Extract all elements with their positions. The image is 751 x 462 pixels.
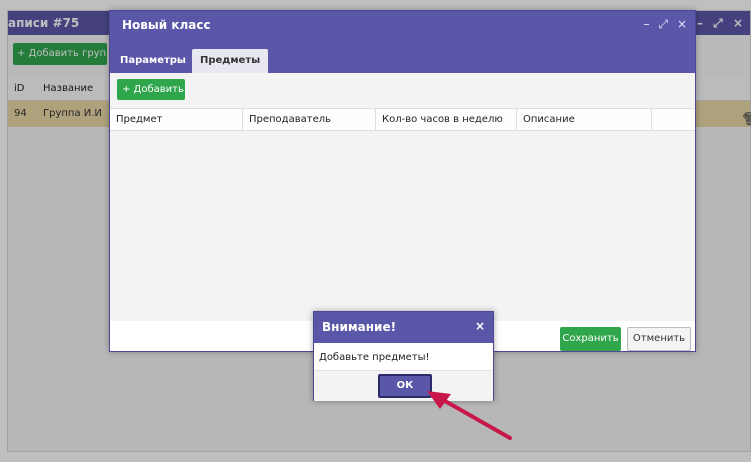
screen: аписи #75 – ⤢ × + Добавить группу iD Наз… [0,0,751,462]
pointer-arrow-icon [427,391,512,440]
